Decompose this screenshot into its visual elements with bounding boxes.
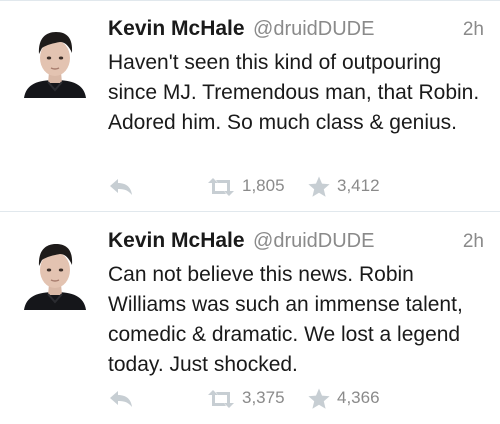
tweet-actions: 3,375 4,366 xyxy=(108,386,448,412)
reply-icon[interactable] xyxy=(108,177,134,197)
username-handle[interactable]: @druidDUDE xyxy=(253,18,374,40)
tweet-text: Haven't seen this kind of outpouring sin… xyxy=(108,51,480,134)
tweet-header: Kevin McHale @druidDUDE 2h xyxy=(108,17,484,47)
avatar[interactable] xyxy=(16,20,94,98)
avatar[interactable] xyxy=(16,232,94,310)
display-name[interactable]: Kevin McHale xyxy=(108,17,245,40)
retweet-count: 3,375 xyxy=(242,388,285,407)
retweet-icon[interactable] xyxy=(206,177,236,197)
tweet[interactable]: Kevin McHale @druidDUDE 2h Haven't seen … xyxy=(0,0,500,212)
tweet-actions: 1,805 3,412 xyxy=(108,174,448,200)
retweet-icon[interactable] xyxy=(206,389,236,409)
star-icon[interactable] xyxy=(307,387,331,411)
tweet[interactable]: Kevin McHale @druidDUDE 2h Can not belie… xyxy=(0,212,500,424)
timestamp: 2h xyxy=(462,231,484,252)
username-handle[interactable]: @druidDUDE xyxy=(253,230,374,252)
star-icon[interactable] xyxy=(307,175,331,199)
timeline: Kevin McHale @druidDUDE 2h Haven't seen … xyxy=(0,0,500,424)
tweet-header: Kevin McHale @druidDUDE 2h xyxy=(108,229,484,259)
favorite-count: 3,412 xyxy=(337,176,380,195)
retweet-count: 1,805 xyxy=(242,176,285,195)
tweet-text: Can not believe this news. Robin William… xyxy=(108,263,463,376)
display-name[interactable]: Kevin McHale xyxy=(108,229,245,252)
reply-icon[interactable] xyxy=(108,389,134,409)
favorite-count: 4,366 xyxy=(337,388,380,407)
timestamp: 2h xyxy=(462,19,484,40)
